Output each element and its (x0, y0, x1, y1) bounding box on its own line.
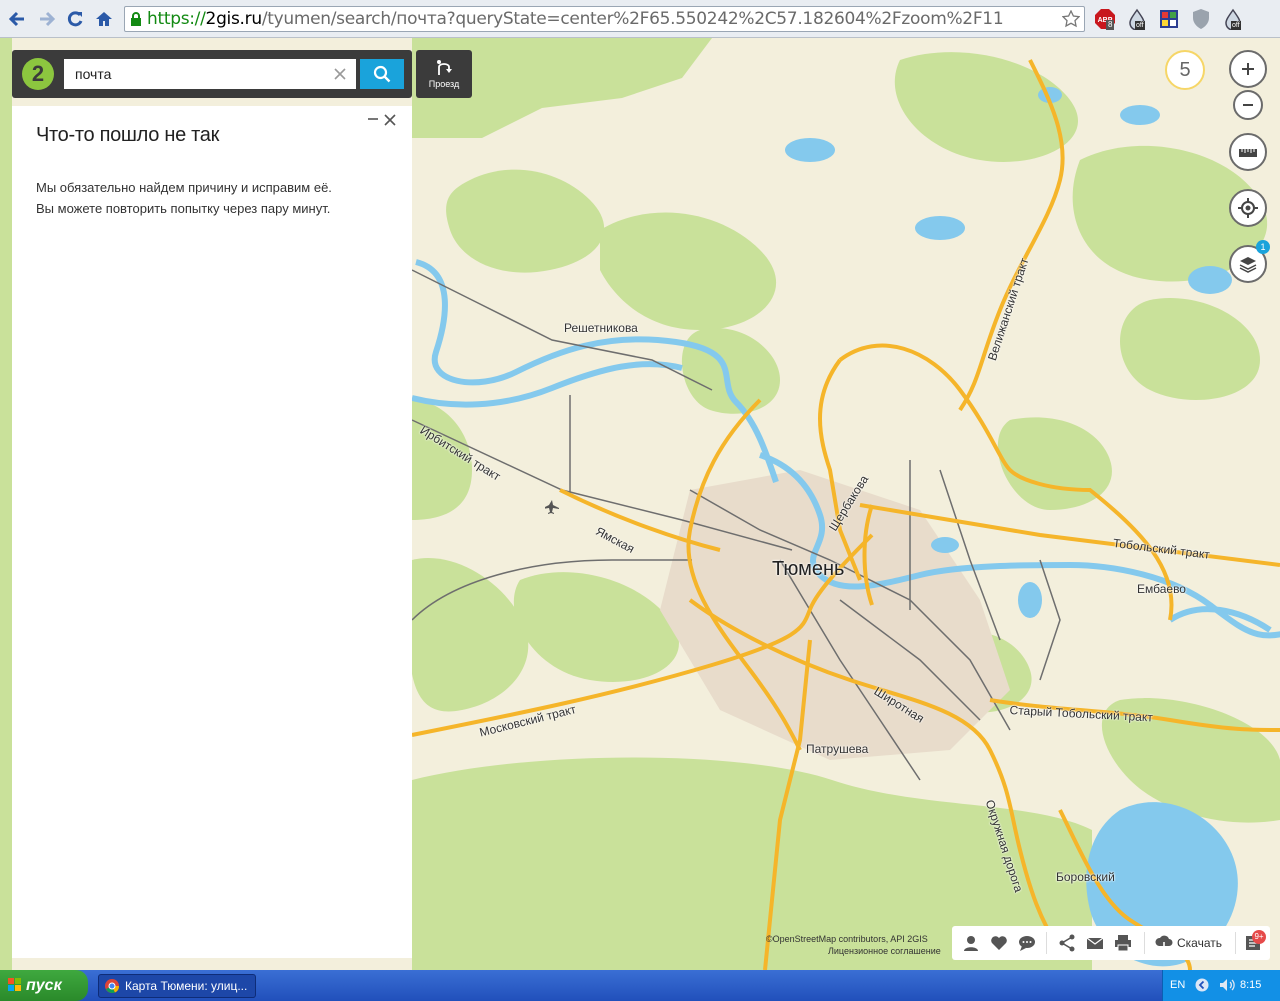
back-button[interactable] (6, 8, 28, 30)
volume-icon[interactable] (1219, 978, 1235, 992)
toolbar-divider (1046, 932, 1047, 954)
language-indicator[interactable]: EN (1170, 979, 1185, 991)
forward-arrow-icon (40, 11, 56, 27)
mail-icon[interactable] (1086, 934, 1104, 952)
notification-badge: 9+ (1252, 930, 1266, 944)
extension-off-label-2: off (1231, 21, 1241, 30)
print-icon[interactable] (1114, 934, 1132, 952)
zoom-level-indicator: 5 (1165, 50, 1205, 90)
layers-badge: 1 (1256, 240, 1270, 254)
url-host: 2gis.ru (205, 9, 263, 29)
taskbar-item-browser[interactable]: Карта Тюмени: улиц... (98, 974, 256, 998)
zoom-out-button[interactable] (1233, 90, 1263, 120)
star-icon[interactable] (1062, 10, 1080, 28)
url-scheme: https:// (147, 9, 206, 29)
2gis-logo[interactable]: 2 (22, 58, 54, 90)
ruler-button[interactable] (1229, 133, 1267, 171)
minimize-panel-button[interactable] (366, 112, 380, 128)
start-label: пуск (26, 976, 62, 994)
arrow-icon[interactable] (1195, 978, 1209, 992)
extension-cube-icon[interactable] (1158, 8, 1180, 30)
chat-icon[interactable] (1018, 934, 1036, 952)
extension-drop2-icon[interactable]: off (1222, 8, 1244, 31)
airplane-icon (545, 500, 559, 514)
minimize-icon (368, 118, 378, 120)
lock-icon (131, 12, 141, 26)
map-label-patrusheva: Патрушева (806, 742, 869, 756)
close-panel-button[interactable] (383, 112, 397, 128)
map-label-reshetnikova: Решетникова (564, 321, 638, 335)
share-icon[interactable] (1058, 934, 1076, 952)
toolbar-divider (1144, 932, 1145, 954)
windows-logo-icon (8, 978, 21, 991)
close-icon (384, 114, 396, 126)
chrome-icon (105, 979, 119, 993)
extension-shield-icon[interactable] (1190, 8, 1212, 30)
url-path: /tyumen/search/почта?queryState=center%2… (261, 9, 1004, 29)
search-input[interactable] (64, 59, 356, 89)
minus-icon (1243, 104, 1253, 106)
map-label-borovsky: Боровский (1056, 870, 1115, 884)
extension-off-label: off (1135, 21, 1145, 30)
license-link[interactable]: Лицензионное соглашение (766, 945, 941, 957)
user-icon[interactable] (962, 934, 980, 952)
home-button[interactable] (93, 8, 115, 30)
extension-drop-icon[interactable]: off (1126, 8, 1148, 31)
route-icon (437, 60, 452, 75)
panel-title: Что-то пошло не так (36, 124, 220, 146)
geolocation-button[interactable] (1229, 189, 1267, 227)
close-icon (334, 68, 346, 80)
toolbar-divider (1235, 932, 1236, 954)
map-copyright: ©OpenStreetMap contributors, API 2GIS Ли… (766, 933, 941, 957)
back-arrow-icon (8, 11, 24, 27)
address-bar[interactable]: https://2gis.ru/tyumen/search/почта?quer… (124, 6, 1085, 32)
download-icon[interactable] (1155, 934, 1173, 952)
search-bar: 2 (12, 50, 412, 98)
adblock-extension-icon[interactable]: ABP 8 (1094, 8, 1116, 30)
plus-icon (1242, 63, 1254, 75)
browser-toolbar: https://2gis.ru/tyumen/search/почта?quer… (0, 0, 1280, 38)
zoom-in-button[interactable] (1229, 50, 1267, 88)
taskbar-item-label: Карта Тюмени: улиц... (125, 979, 248, 993)
taskbar: пуск Карта Тюмени: улиц... EN 8:15 (0, 970, 1280, 1001)
results-panel: Что-то пошло не так Мы обязательно найде… (12, 106, 412, 958)
forward-button[interactable] (36, 8, 58, 30)
home-icon (96, 12, 112, 26)
clear-search-button[interactable] (332, 66, 348, 82)
search-button[interactable] (360, 59, 404, 89)
panel-message-line1: Мы обязательно найдем причину и исправим… (36, 180, 332, 195)
map-label-embaevo: Ембаево (1137, 582, 1186, 596)
search-icon (373, 65, 391, 83)
route-label: Проезд (428, 79, 460, 89)
map-toolbar: Скачать (952, 926, 1270, 960)
reload-button[interactable] (64, 8, 86, 30)
start-button[interactable]: пуск (0, 970, 88, 1001)
crosshair-icon (1238, 198, 1258, 218)
clock: 8:15 (1240, 979, 1262, 991)
copyright-text[interactable]: ©OpenStreetMap contributors, API 2GIS (766, 933, 941, 945)
ruler-icon (1239, 149, 1257, 157)
map-label-city: Тюмень (772, 558, 845, 580)
layers-icon (1239, 257, 1257, 273)
reload-icon (67, 11, 83, 27)
route-button[interactable]: Проезд (416, 50, 472, 98)
favorites-icon[interactable] (990, 934, 1008, 952)
adblock-badge: 8 (1106, 20, 1115, 30)
panel-message-line2: Вы можете повторить попытку через пару м… (36, 201, 331, 216)
download-button[interactable]: Скачать (1177, 936, 1222, 950)
